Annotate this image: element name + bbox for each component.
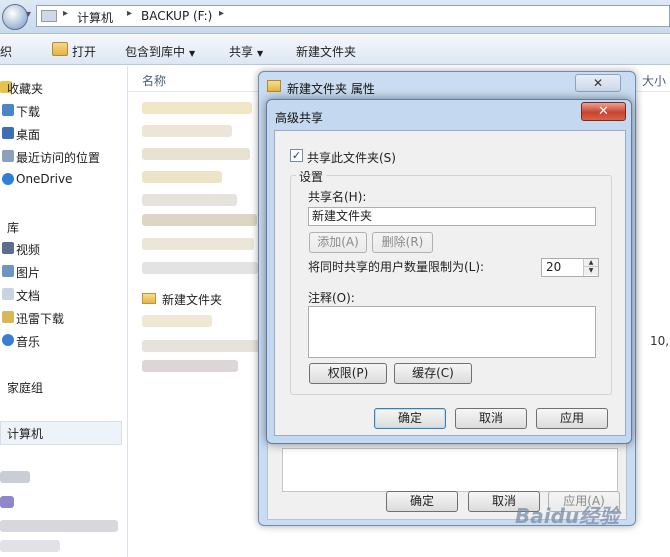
recent-places-icon: [2, 150, 14, 162]
include-in-library-button[interactable]: 包含到库中 ▼: [125, 43, 195, 60]
cancel-button[interactable]: 取消: [455, 408, 527, 429]
blurred-item: [0, 520, 118, 532]
nav-music[interactable]: 音乐: [16, 333, 40, 350]
nav-pictures[interactable]: 图片: [16, 264, 40, 281]
advanced-sharing-body: ✓ 共享此文件夹(S) 设置 共享名(H): 新建文件夹 添加(A) 删除(R)…: [274, 130, 626, 436]
organize-button[interactable]: 织: [0, 43, 12, 60]
forward-arrow-icon[interactable]: ▾: [26, 9, 36, 25]
apply-button[interactable]: 应用: [536, 408, 608, 429]
blurred-item: [0, 471, 30, 483]
properties-title: 新建文件夹 属性: [287, 82, 375, 96]
new-folder-button[interactable]: 新建文件夹: [296, 43, 356, 60]
advanced-sharing-dialog: 高级共享 ✕ ✓ 共享此文件夹(S) 设置 共享名(H): 新建文件夹 添加(A…: [266, 99, 632, 444]
properties-close-button[interactable]: ✕: [575, 74, 621, 92]
command-bar: 织 打开 包含到库中 ▼ 共享 ▼ 新建文件夹: [0, 35, 670, 65]
folder-icon: [142, 293, 156, 304]
nav-favorites[interactable]: 收藏夹: [7, 80, 43, 97]
remove-button[interactable]: 删除(R): [372, 232, 433, 253]
nav-videos[interactable]: 视频: [16, 241, 40, 258]
blurred-file-row: [142, 360, 238, 372]
blurred-file-row: [142, 194, 237, 206]
nav-desktop[interactable]: 桌面: [16, 126, 40, 143]
share-name-label: 共享名(H):: [308, 190, 367, 204]
share-name-field[interactable]: 新建文件夹: [308, 207, 596, 226]
video-icon: [2, 242, 14, 254]
blurred-file-row: [142, 214, 257, 226]
open-button[interactable]: 打开: [72, 43, 96, 60]
blurred-item: [0, 540, 60, 552]
breadcrumb-separator-icon[interactable]: ▸: [63, 8, 68, 19]
settings-group-label: 设置: [296, 168, 327, 185]
baidu-watermark: Baidu经验: [515, 504, 620, 528]
file-size-value: 10,: [650, 334, 670, 348]
share-with-button[interactable]: 共享 ▼: [229, 43, 263, 60]
name-column-header[interactable]: 名称: [142, 72, 166, 89]
caching-button[interactable]: 缓存(C): [394, 363, 472, 384]
share-folder-checkbox[interactable]: ✓: [290, 149, 303, 162]
spin-up-icon[interactable]: ▲: [584, 259, 598, 267]
folder-icon: [267, 80, 281, 92]
advanced-sharing-title: 高级共享: [275, 111, 324, 125]
nav-documents[interactable]: 文档: [16, 287, 40, 304]
nav-libraries[interactable]: 库: [7, 219, 19, 236]
nav-onedrive[interactable]: OneDrive: [16, 172, 72, 186]
user-limit-stepper[interactable]: 20 ▲ ▼: [541, 258, 599, 277]
permissions-button[interactable]: 权限(P): [309, 363, 387, 384]
address-input[interactable]: ▸ 计算机 ▸ BACKUP (F:) ▸: [36, 5, 670, 27]
properties-ok-button[interactable]: 确定: [386, 491, 458, 512]
breadcrumb-drive[interactable]: BACKUP (F:): [141, 9, 212, 23]
properties-inner-panel: [282, 448, 618, 492]
blurred-file-row: [142, 340, 260, 352]
blurred-item: [0, 496, 14, 508]
navigation-pane: 收藏夹 下载 桌面 最近访问的位置 OneDrive 库 视频 图片 文档 迅雷…: [0, 66, 128, 557]
comment-textarea[interactable]: [308, 306, 596, 358]
file-name: 新建文件夹: [162, 293, 223, 307]
nav-recent[interactable]: 最近访问的位置: [16, 149, 100, 166]
nav-downloads[interactable]: 下载: [16, 103, 40, 120]
document-icon: [2, 288, 14, 300]
include-label: 包含到库中: [125, 45, 186, 59]
picture-icon: [2, 265, 14, 277]
chevron-down-icon: ▼: [257, 49, 264, 58]
share-label: 共享: [229, 45, 254, 59]
breadcrumb-separator-icon[interactable]: ▸: [219, 8, 224, 19]
blurred-file-row: [142, 148, 250, 160]
breadcrumb-separator-icon[interactable]: ▸: [127, 8, 132, 19]
desktop-icon: [2, 127, 14, 139]
blurred-file-row: [142, 125, 232, 137]
add-button[interactable]: 添加(A): [309, 232, 367, 253]
ok-button[interactable]: 确定: [374, 408, 446, 429]
file-row-new-folder[interactable]: 新建文件夹: [140, 288, 270, 310]
comment-label: 注释(O):: [308, 291, 355, 305]
open-icon: [52, 42, 68, 56]
download-icon: [2, 104, 14, 116]
nav-homegroup[interactable]: 家庭组: [7, 379, 43, 396]
user-limit-value: 20: [546, 260, 562, 274]
share-folder-label[interactable]: 共享此文件夹(S): [307, 149, 396, 166]
blurred-file-row: [142, 102, 252, 114]
address-bar-area: ▾ ▸ 计算机 ▸ BACKUP (F:) ▸: [0, 0, 670, 34]
blurred-file-row: [142, 262, 258, 274]
computer-icon: [41, 10, 57, 22]
nav-computer[interactable]: 计算机: [7, 425, 43, 442]
blurred-file-row: [142, 315, 212, 327]
close-button[interactable]: ✕: [581, 102, 626, 121]
folder-icon: [2, 311, 14, 323]
nav-xunlei[interactable]: 迅雷下载: [16, 310, 64, 327]
back-button[interactable]: [2, 4, 28, 30]
size-column-header[interactable]: 大小: [642, 72, 666, 89]
chevron-down-icon: ▼: [189, 49, 196, 58]
cloud-icon: [2, 173, 14, 185]
stepper-arrows: ▲ ▼: [583, 259, 598, 276]
blurred-file-row: [142, 238, 254, 250]
music-icon: [2, 334, 14, 346]
spin-down-icon[interactable]: ▼: [584, 267, 598, 275]
breadcrumb-computer[interactable]: 计算机: [77, 9, 113, 26]
blurred-file-row: [142, 171, 222, 183]
user-limit-label: 将同时共享的用户数量限制为(L):: [308, 260, 485, 274]
